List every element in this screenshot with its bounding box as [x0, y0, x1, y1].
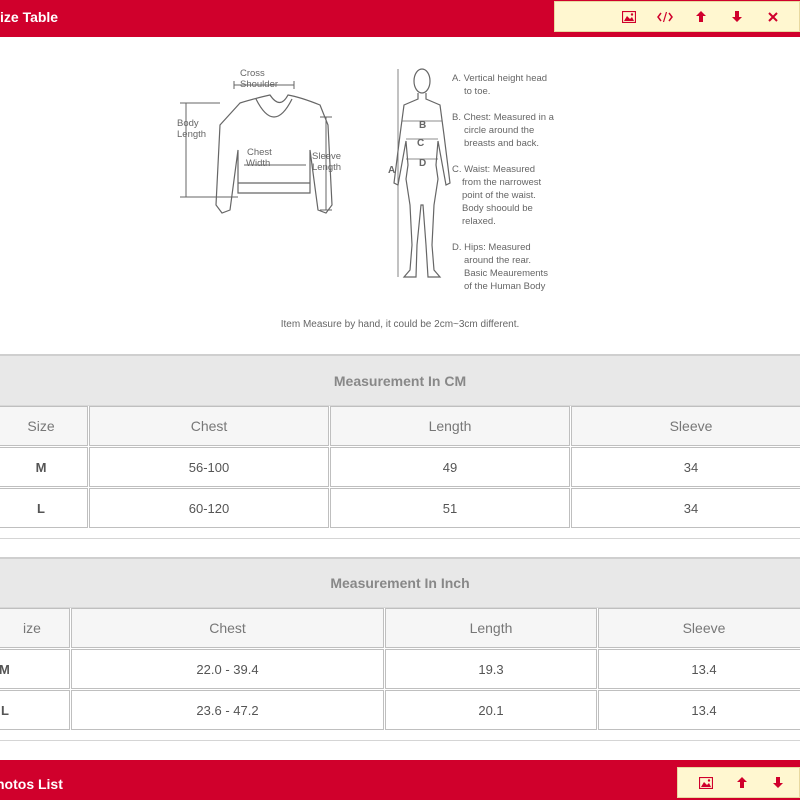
inch-row-m-sleeve: 13.4 [598, 649, 800, 689]
table-divider [0, 538, 800, 539]
legend-line-5: breasts and back. [464, 138, 539, 149]
measurement-illustration: Cross Shoulder Body Length Chest Width S… [177, 68, 555, 292]
legend-line-14: of the Human Body [464, 281, 546, 292]
image-button[interactable] [611, 1, 647, 32]
cm-header-size: Size [0, 406, 88, 446]
code-icon [657, 11, 673, 22]
sleeve-length-label: Sleeve [312, 151, 341, 162]
body-letter-d: D [419, 158, 426, 169]
cm-header-sleeve: Sleeve [571, 406, 800, 446]
inch-row-m-length: 19.3 [385, 649, 597, 689]
cross-shoulder-label-2: Shoulder [240, 79, 278, 90]
legend-line-10: relaxed. [462, 216, 496, 227]
chest-width-label-2: Width [246, 158, 270, 169]
inch-row-l-chest: 23.6 - 47.2 [71, 690, 384, 730]
inch-row-l-sleeve: 13.4 [598, 690, 800, 730]
legend-line-8: point of the waist. [462, 190, 536, 201]
inch-table-title: Measurement In Inch [0, 557, 800, 608]
body-letter-a: A [388, 165, 395, 176]
photos-list-header-bar: hotos List [0, 760, 800, 800]
arrow-down-icon [773, 777, 783, 788]
cm-row-m-sleeve: 34 [571, 447, 800, 487]
move-up-button[interactable] [724, 767, 760, 798]
legend-line-1: A. Vertical height head [452, 73, 547, 84]
inch-header-length: Length [385, 608, 597, 648]
inch-header-size: ize [0, 608, 70, 648]
move-down-button[interactable] [760, 767, 796, 798]
legend-line-13: Basic Meaurements [464, 268, 548, 279]
inch-row-m-chest: 22.0 - 39.4 [71, 649, 384, 689]
legend-line-4: circle around the [464, 125, 534, 136]
cm-row-m-chest: 56-100 [89, 447, 329, 487]
legend-line-6: C. Waist: Measured [452, 164, 535, 175]
image-icon [699, 776, 713, 789]
move-down-button[interactable] [719, 1, 755, 32]
cross-shoulder-label: Cross [240, 68, 265, 79]
section-title: ize Table [0, 9, 59, 25]
code-button[interactable] [647, 1, 683, 32]
legend-line-3: B. Chest: Measured in a [452, 112, 555, 123]
chest-width-label: Chest [247, 147, 272, 158]
body-length-label: Body [177, 118, 199, 129]
arrow-up-icon [696, 11, 706, 22]
cm-row-l-sleeve: 34 [571, 488, 800, 528]
cm-row-l-chest: 60-120 [89, 488, 329, 528]
cm-table-title: Measurement In CM [0, 354, 800, 406]
cm-header-length: Length [330, 406, 570, 446]
legend-line-9: Body shoould be [462, 203, 533, 214]
inch-row-l-length: 20.1 [385, 690, 597, 730]
arrow-down-icon [732, 11, 742, 22]
legend-line-2: to toe. [464, 86, 490, 97]
move-up-button[interactable] [683, 1, 719, 32]
measurement-note: Item Measure by hand, it could be 2cm~3c… [280, 319, 520, 330]
body-letter-b: B [419, 120, 426, 131]
body-letter-c: C [417, 138, 424, 149]
arrow-up-icon [737, 777, 747, 788]
inch-header-chest: Chest [71, 608, 384, 648]
measurement-diagram: Cross Shoulder Body Length Chest Width S… [160, 55, 590, 340]
close-button[interactable] [755, 1, 791, 32]
cm-row-l-length: 51 [330, 488, 570, 528]
legend-line-12: around the rear. [464, 255, 531, 266]
inch-row-l-size: L [0, 690, 70, 730]
legend-line-7: from the narrowest [462, 177, 542, 188]
cm-row-m-length: 49 [330, 447, 570, 487]
inch-row-m-size: M [0, 649, 70, 689]
sleeve-length-label-2: Length [312, 162, 341, 173]
image-button[interactable] [688, 767, 724, 798]
section-toolbar [554, 1, 800, 32]
section-title: hotos List [0, 776, 63, 792]
image-icon [622, 10, 636, 23]
body-length-label-2: Length [177, 129, 206, 140]
inch-header-sleeve: Sleeve [598, 608, 800, 648]
cm-row-m-size: M [0, 447, 88, 487]
size-table-header-bar: ize Table [0, 0, 800, 37]
table-divider-2 [0, 740, 800, 741]
close-icon [768, 11, 778, 22]
cm-row-l-size: L [0, 488, 88, 528]
section-toolbar [677, 767, 800, 798]
legend-line-11: D. Hips: Measured [452, 242, 531, 253]
cm-header-chest: Chest [89, 406, 329, 446]
